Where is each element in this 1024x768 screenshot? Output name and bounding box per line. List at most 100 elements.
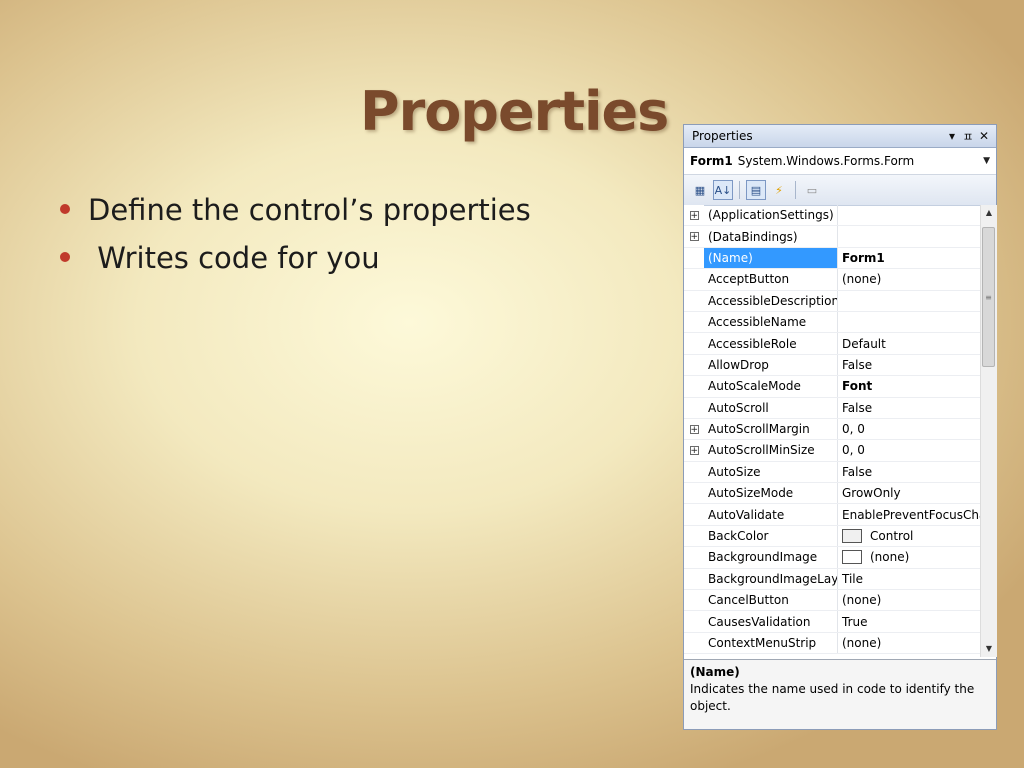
scrollbar-thumb[interactable]: ≡ <box>982 227 995 367</box>
property-value[interactable]: Font <box>838 376 980 396</box>
property-value[interactable]: Default <box>838 333 980 353</box>
row-gutter <box>684 611 704 632</box>
categorized-icon[interactable]: ▦ <box>690 180 710 200</box>
property-row[interactable]: AccessibleRole Default <box>684 333 980 355</box>
property-row[interactable]: + AutoScrollMargin 0, 0 <box>684 418 980 441</box>
row-gutter: + <box>684 440 704 461</box>
properties-icon[interactable]: ▤ <box>746 180 766 200</box>
property-value[interactable] <box>838 312 980 332</box>
property-row[interactable]: BackgroundImageLayout Tile <box>684 568 980 591</box>
property-name[interactable]: BackgroundImageLayout <box>704 568 838 590</box>
property-name[interactable]: (Name) <box>704 247 838 269</box>
property-value[interactable]: (none) <box>838 269 980 289</box>
property-value[interactable] <box>838 205 980 225</box>
close-icon[interactable]: ✕ <box>976 129 992 143</box>
property-row[interactable]: BackgroundImage (none) <box>684 547 980 569</box>
property-row[interactable]: AllowDrop False <box>684 354 980 377</box>
property-value[interactable]: 0, 0 <box>838 419 980 439</box>
property-name[interactable]: (DataBindings) <box>704 226 838 247</box>
property-pages-icon[interactable]: ▭ <box>802 180 822 200</box>
property-value[interactable]: False <box>838 398 980 418</box>
property-row[interactable]: + (ApplicationSettings) <box>684 205 980 227</box>
expand-icon[interactable]: + <box>689 210 699 220</box>
property-name[interactable]: ContextMenuStrip <box>704 632 838 654</box>
property-name[interactable]: AllowDrop <box>704 354 838 376</box>
property-row[interactable]: AccessibleName <box>684 311 980 334</box>
object-selector[interactable]: Form1 System.Windows.Forms.Form ▼ <box>684 148 996 175</box>
property-name[interactable]: AutoValidate <box>704 504 838 525</box>
property-value-text: 0, 0 <box>842 443 865 458</box>
scroll-up-icon[interactable]: ▲ <box>981 205 997 221</box>
property-name[interactable]: AutoSize <box>704 461 838 483</box>
scroll-down-icon[interactable]: ▼ <box>981 641 997 657</box>
property-name[interactable]: AcceptButton <box>704 269 838 290</box>
row-gutter: + <box>684 226 704 247</box>
property-value[interactable] <box>838 226 980 246</box>
property-row[interactable]: ContextMenuStrip (none) <box>684 632 980 655</box>
property-value-text: GrowOnly <box>842 486 901 501</box>
property-value[interactable]: GrowOnly <box>838 483 980 503</box>
row-gutter: + <box>684 205 704 226</box>
property-value[interactable]: Control <box>838 526 980 546</box>
events-icon[interactable]: ⚡ <box>769 180 789 200</box>
property-value[interactable] <box>838 291 980 311</box>
row-gutter <box>684 376 704 397</box>
toolbar-divider <box>795 181 796 199</box>
property-name[interactable]: AutoScroll <box>704 397 838 418</box>
property-value-text: (none) <box>842 593 882 608</box>
chevron-down-icon[interactable]: ▼ <box>983 156 990 166</box>
property-row[interactable]: AutoScroll False <box>684 397 980 419</box>
pin-icon[interactable]: ㅍ <box>960 128 976 145</box>
property-row[interactable]: AutoValidate EnablePreventFocusChange <box>684 504 980 526</box>
grid-scrollbar[interactable]: ▲ ≡ ▼ <box>980 205 997 657</box>
expand-icon[interactable]: + <box>689 424 699 434</box>
property-name[interactable]: AutoSizeMode <box>704 483 838 504</box>
property-name[interactable]: CancelButton <box>704 590 838 611</box>
property-value[interactable]: True <box>838 611 980 631</box>
property-name[interactable]: AutoScaleMode <box>704 376 838 397</box>
property-value[interactable]: (none) <box>838 590 980 610</box>
property-row[interactable]: (Name) Form1 <box>684 247 980 270</box>
property-name[interactable]: AccessibleName <box>704 311 838 333</box>
property-row[interactable]: AcceptButton (none) <box>684 269 980 291</box>
property-row[interactable]: CancelButton (none) <box>684 590 980 612</box>
property-name[interactable]: CausesValidation <box>704 611 838 632</box>
property-value[interactable]: False <box>838 462 980 482</box>
expand-icon[interactable]: + <box>689 232 699 242</box>
row-gutter <box>684 290 704 311</box>
property-row[interactable]: CausesValidation True <box>684 611 980 633</box>
property-value[interactable]: (none) <box>838 633 980 653</box>
description-text: Indicates the name used in code to ident… <box>690 682 975 713</box>
property-value[interactable]: EnablePreventFocusChange <box>838 504 980 524</box>
property-row[interactable]: + (DataBindings) <box>684 226 980 248</box>
alphabetical-icon[interactable]: A↓ <box>713 180 733 200</box>
property-row[interactable]: AutoSizeMode GrowOnly <box>684 483 980 505</box>
property-value-text: False <box>842 357 873 372</box>
property-value-text: False <box>842 400 873 415</box>
dropdown-icon[interactable]: ▾ <box>944 129 960 143</box>
property-value[interactable]: Tile <box>838 569 980 589</box>
expand-icon[interactable]: + <box>689 445 699 455</box>
property-name[interactable]: AutoScrollMinSize <box>704 440 838 461</box>
property-name[interactable]: AccessibleRole <box>704 333 838 354</box>
property-row[interactable]: AutoSize False <box>684 461 980 484</box>
property-name[interactable]: (ApplicationSettings) <box>704 205 838 226</box>
property-row[interactable]: + AutoScrollMinSize 0, 0 <box>684 440 980 462</box>
property-value-text: Font <box>842 379 873 394</box>
panel-title-bar[interactable]: Properties ▾ ㅍ ✕ <box>684 125 996 148</box>
property-value-text: (none) <box>870 550 910 565</box>
property-name[interactable]: AccessibleDescription <box>704 290 838 311</box>
property-value[interactable]: Form1 <box>838 248 980 268</box>
property-name[interactable]: BackColor <box>704 525 838 547</box>
property-value[interactable]: False <box>838 355 980 375</box>
property-name[interactable]: BackgroundImage <box>704 547 838 568</box>
properties-panel: Properties ▾ ㅍ ✕ Form1 System.Windows.Fo… <box>683 124 997 730</box>
property-row[interactable]: AccessibleDescription <box>684 290 980 312</box>
row-gutter <box>684 568 704 590</box>
property-value[interactable]: (none) <box>838 547 980 567</box>
property-name[interactable]: AutoScrollMargin <box>704 418 838 440</box>
property-value[interactable]: 0, 0 <box>838 440 980 460</box>
property-row[interactable]: AutoScaleMode Font <box>684 376 980 398</box>
property-value-text: Form1 <box>842 250 885 265</box>
property-row[interactable]: BackColor Control <box>684 525 980 548</box>
